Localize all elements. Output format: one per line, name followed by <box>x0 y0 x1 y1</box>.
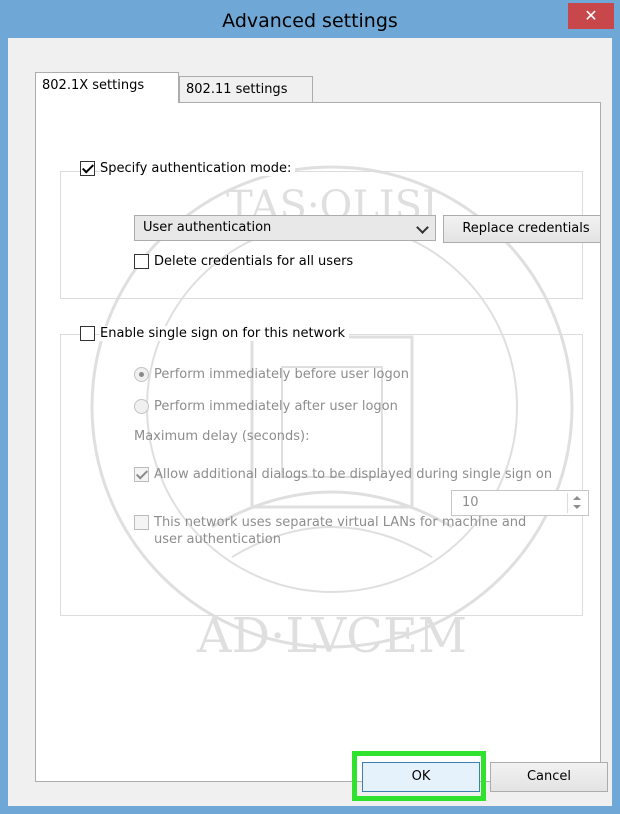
chevron-down-icon <box>416 221 429 234</box>
vlan-row[interactable]: This network uses separate virtual LANs … <box>134 514 554 548</box>
perform-before-row[interactable]: Perform immediately before user logon <box>134 367 409 382</box>
perform-after-radio[interactable] <box>134 399 149 414</box>
vlan-checkbox[interactable] <box>134 515 149 530</box>
max-delay-value: 10 <box>462 495 479 510</box>
svg-text:AD·LVCEM: AD·LVCEM <box>196 608 467 664</box>
replace-credentials-button[interactable]: Replace credentials <box>443 215 600 243</box>
allow-dialogs-label: Allow additional dialogs to be displayed… <box>154 467 553 482</box>
max-delay-label: Maximum delay (seconds): <box>134 429 310 444</box>
close-button[interactable]: ✕ <box>568 3 614 29</box>
specify-auth-mode-row[interactable]: Specify authentication mode: <box>80 161 296 176</box>
vlan-label: This network uses separate virtual LANs … <box>154 515 527 547</box>
tab-80211-settings[interactable]: 802.11 settings <box>179 76 313 103</box>
specify-auth-mode-label: Specify authentication mode: <box>100 161 296 176</box>
allow-dialogs-checkbox[interactable] <box>134 467 149 482</box>
allow-dialogs-row[interactable]: Allow additional dialogs to be displayed… <box>134 466 554 483</box>
enable-sso-row[interactable]: Enable single sign on for this network <box>80 326 350 341</box>
perform-before-label: Perform immediately before user logon <box>154 367 409 382</box>
ok-button[interactable]: OK <box>362 762 480 792</box>
enable-sso-checkbox[interactable] <box>80 326 95 341</box>
title-bar[interactable]: Advanced settings ✕ <box>0 0 620 38</box>
auth-mode-dropdown[interactable]: User authentication <box>134 215 436 241</box>
perform-before-radio[interactable] <box>134 367 149 382</box>
tab-panel: AD·LVCEM TAS·OLISI Specify authenticatio… <box>35 102 601 782</box>
dialog-window: Advanced settings ✕ 802.1X settings 802.… <box>0 0 620 814</box>
delete-credentials-label: Delete credentials for all users <box>154 254 354 269</box>
perform-after-row[interactable]: Perform immediately after user logon <box>134 399 398 414</box>
cancel-button[interactable]: Cancel <box>490 762 608 792</box>
enable-sso-label: Enable single sign on for this network <box>100 326 350 341</box>
dialog-body: 802.1X settings 802.11 settings AD·LVCEM… <box>8 38 612 806</box>
tab-8021x-settings[interactable]: 802.1X settings <box>35 72 179 103</box>
close-icon: ✕ <box>584 6 598 25</box>
perform-after-label: Perform immediately after user logon <box>154 399 398 414</box>
delete-credentials-checkbox[interactable] <box>134 254 149 269</box>
auth-mode-selected: User authentication <box>143 220 272 235</box>
spinner-arrows-icon[interactable] <box>567 493 586 513</box>
delete-credentials-row[interactable]: Delete credentials for all users <box>134 254 353 269</box>
window-title: Advanced settings <box>222 10 398 32</box>
specify-auth-mode-checkbox[interactable] <box>80 161 95 176</box>
max-delay-spinner[interactable]: 10 <box>451 490 589 516</box>
